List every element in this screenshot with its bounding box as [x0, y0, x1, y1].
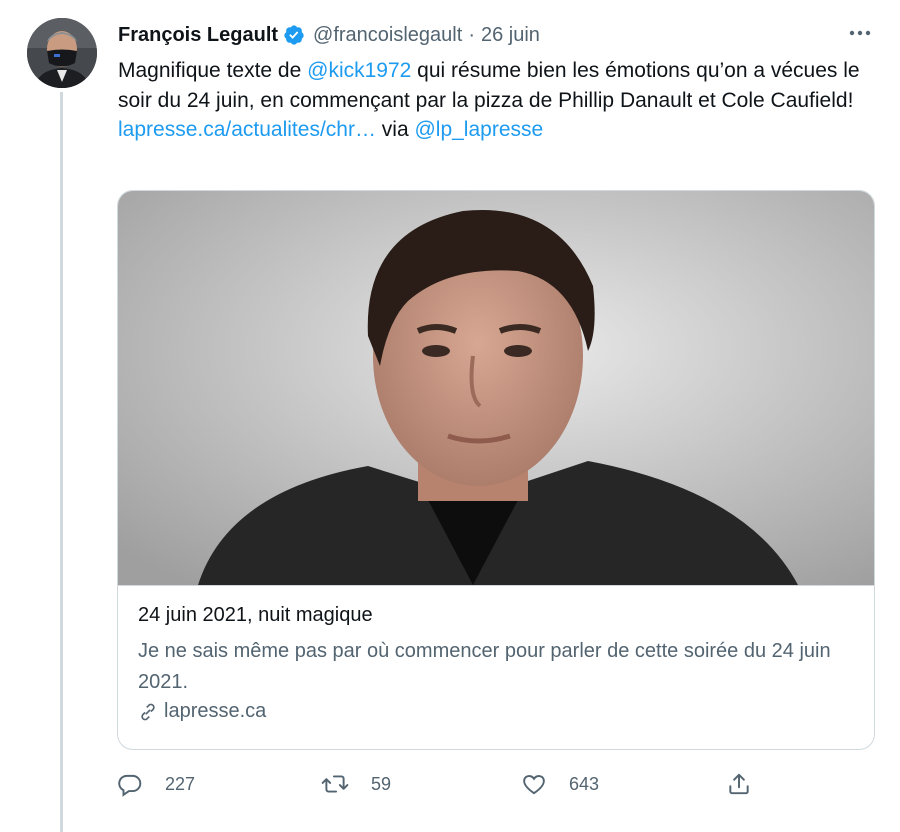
avatar[interactable] — [27, 18, 97, 88]
share-icon — [729, 773, 749, 795]
url-link[interactable]: lapresse.ca/actualites/chr… — [118, 118, 376, 141]
share-button[interactable] — [726, 766, 752, 802]
thread-connector-line — [60, 92, 63, 832]
tweet-date[interactable]: 26 juin — [481, 24, 540, 47]
separator-dot: · — [468, 23, 475, 46]
reply-button[interactable]: 227 — [117, 766, 195, 802]
mention-link[interactable]: @lp_lapresse — [414, 118, 543, 141]
link-preview-card[interactable]: 24 juin 2021, nuit magique Je ne sais mê… — [117, 190, 875, 750]
author-handle[interactable]: @francoislegault — [313, 24, 462, 47]
retweet-button[interactable]: 59 — [321, 766, 391, 802]
card-title: 24 juin 2021, nuit magique — [138, 604, 373, 626]
card-domain: lapresse.ca — [138, 700, 266, 723]
via-text: via — [375, 118, 415, 141]
like-count: 643 — [569, 773, 600, 794]
tweet-actions: 227 59 643 — [117, 766, 877, 802]
link-icon — [141, 703, 155, 720]
card-domain-text: lapresse.ca — [164, 700, 267, 722]
reply-count: 227 — [165, 773, 196, 794]
like-icon — [523, 775, 545, 795]
mention-link[interactable]: @kick1972 — [307, 59, 411, 82]
retweet-icon — [321, 775, 349, 793]
card-description: Je ne sais même pas par où commencer pou… — [138, 640, 831, 693]
more-options-icon[interactable] — [842, 18, 878, 48]
card-image — [118, 191, 874, 585]
author-name[interactable]: François Legault — [118, 24, 278, 47]
card-body: 24 juin 2021, nuit magique Je ne sais mê… — [118, 585, 874, 722]
tweet-header: François Legault @francoislegault · 26 j… — [118, 20, 540, 50]
text-part: Magnifique texte de — [118, 59, 308, 82]
tweet-text: Magnifique texte de @kick1972 qui résume… — [118, 56, 878, 145]
verified-badge-icon — [283, 24, 305, 46]
retweet-count: 59 — [371, 773, 392, 794]
reply-icon — [118, 774, 142, 797]
like-button[interactable]: 643 — [521, 766, 599, 802]
